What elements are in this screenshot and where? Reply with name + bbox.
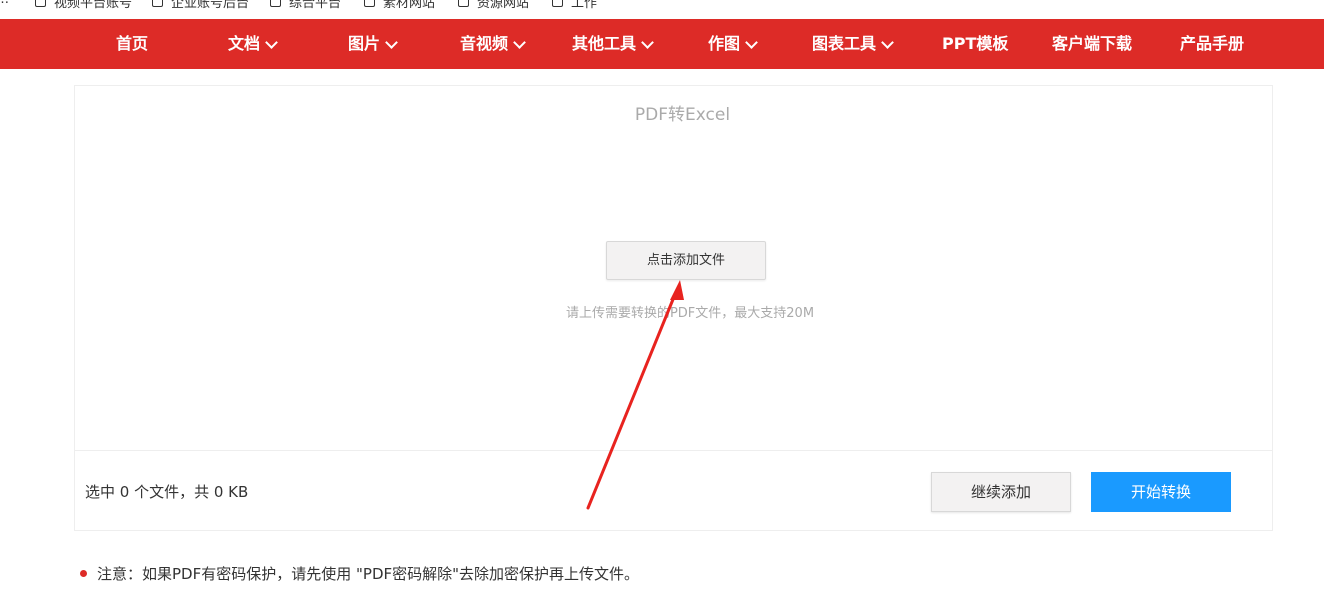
bookmark-icon <box>35 0 46 7</box>
upload-area[interactable]: PDF转Excel 点击添加文件 请上传需要转换的PDF文件，最大支持20M <box>75 86 1272 450</box>
chevron-down-icon <box>513 35 526 49</box>
converter-panel: PDF转Excel 点击添加文件 请上传需要转换的PDF文件，最大支持20M 选… <box>74 85 1273 531</box>
note: 注意：如果PDF有密码保护，请先使用 "PDF密码解除"去除加密保护再上传文件。 <box>80 563 639 584</box>
bookmark-fragment[interactable]: … <box>0 0 9 7</box>
bookmark-icon <box>152 0 163 7</box>
nav-item-ppt-templates[interactable]: PPT模板 <box>942 19 1008 69</box>
bookmark-item-1[interactable]: 视频平台账号 <box>35 0 132 11</box>
chevron-down-icon <box>265 35 278 49</box>
upload-hint: 请上传需要转换的PDF文件，最大支持20M <box>565 306 815 321</box>
bookmark-item-4[interactable]: 素材网站 <box>364 0 435 11</box>
nav-item-documents[interactable]: 文档 <box>228 19 278 69</box>
chevron-down-icon <box>385 35 398 49</box>
chevron-down-icon <box>745 35 758 49</box>
bookmark-item-3[interactable]: 综合平台 <box>270 0 341 11</box>
nav-item-images[interactable]: 图片 <box>348 19 398 69</box>
nav-item-other-tools[interactable]: 其他工具 <box>572 19 654 69</box>
bookmark-item-2[interactable]: 企业账号后台 <box>152 0 249 11</box>
continue-add-button[interactable]: 继续添加 <box>931 472 1071 512</box>
nav-item-home[interactable]: 首页 <box>116 19 148 69</box>
nav-item-audio-video[interactable]: 音视频 <box>460 19 526 69</box>
panel-footer: 选中 0 个文件，共 0 KB 继续添加 开始转换 <box>75 450 1272 532</box>
bookmark-item-6[interactable]: 工作 <box>552 0 597 11</box>
add-file-button[interactable]: 点击添加文件 <box>606 241 766 280</box>
bookmark-icon <box>364 0 375 7</box>
nav-item-chart-tools[interactable]: 图表工具 <box>812 19 894 69</box>
bullet-dot-icon <box>80 570 87 577</box>
start-convert-button[interactable]: 开始转换 <box>1091 472 1231 512</box>
bookmark-icon <box>270 0 281 7</box>
bookmark-item-5[interactable]: 资源网站 <box>458 0 529 11</box>
chevron-down-icon <box>881 35 894 49</box>
bookmark-icon <box>552 0 563 7</box>
selection-status: 选中 0 个文件，共 0 KB <box>85 483 249 501</box>
nav-item-client-download[interactable]: 客户端下载 <box>1052 19 1132 69</box>
page-title: PDF转Excel <box>634 105 731 125</box>
bookmark-icon <box>458 0 469 7</box>
bookmarks-bar: … 视频平台账号 企业账号后台 综合平台 素材网站 资源网站 工作 <box>0 0 1324 11</box>
nav-item-product-manual[interactable]: 产品手册 <box>1180 19 1244 69</box>
chevron-down-icon <box>641 35 654 49</box>
nav-item-drawing[interactable]: 作图 <box>708 19 758 69</box>
note-text: 注意：如果PDF有密码保护，请先使用 "PDF密码解除"去除加密保护再上传文件。 <box>97 565 640 583</box>
main-nav: 首页 文档 图片 音视频 其他工具 作图 图表工具 PPT模板 客户端下载 产品… <box>0 19 1324 69</box>
